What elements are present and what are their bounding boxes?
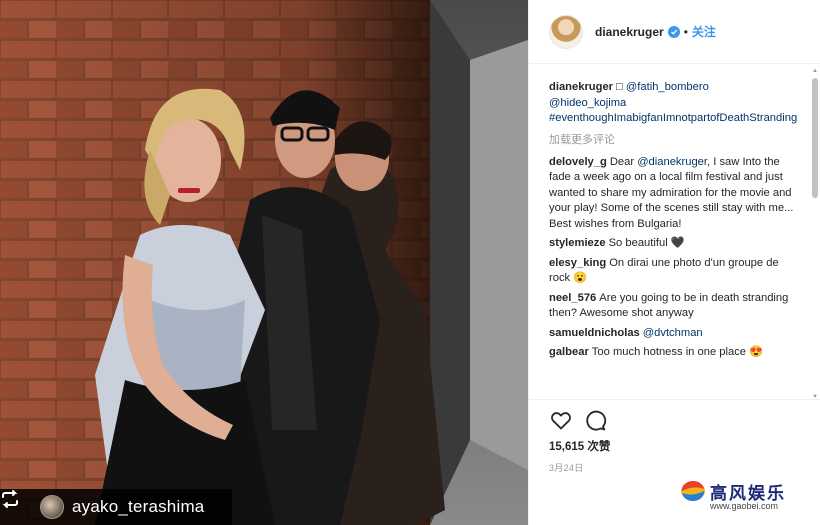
comment-item: neel_576 Are you going to be in death str…	[549, 291, 801, 322]
like-count[interactable]: 15,615 次赞	[549, 438, 610, 454]
comment-mention[interactable]: @fatih_bombero	[626, 81, 709, 93]
watermark-url: www.gaobei.com	[710, 501, 779, 511]
comment-text-part: □	[616, 81, 626, 93]
post-date[interactable]: 3月24日	[549, 461, 584, 474]
heart-icon[interactable]	[549, 408, 573, 432]
comment-username[interactable]: delovely_g	[549, 156, 607, 168]
comment-item: stylemieze So beautiful 🖤	[549, 236, 801, 252]
post-details-panel: dianekruger • 关注 dianekruger □ @fatih_bom…	[528, 0, 820, 525]
repost-attribution[interactable]: ayako_terashima	[0, 489, 232, 525]
author-avatar[interactable]	[549, 14, 583, 49]
caption: dianekruger □ @fatih_bombero @hideo_kojim…	[549, 80, 801, 127]
comment-username[interactable]: stylemieze	[549, 237, 606, 249]
comment-item: elesy_king On dirai une photo d'un groupe…	[549, 256, 801, 287]
comment-username[interactable]: samueldnicholas	[549, 327, 640, 339]
comment-text-part: So beautiful 🖤	[608, 237, 685, 249]
comments-list[interactable]: dianekruger □ @fatih_bombero @hideo_kojim…	[529, 64, 820, 400]
scroll-up-arrow-icon[interactable]: ▲	[812, 68, 818, 74]
author-username[interactable]: dianekruger	[595, 25, 664, 39]
comment-item: delovely_g Dear @dianekruger, I saw Into …	[549, 155, 801, 233]
comment-text-part: Too much hotness in one place 😍	[591, 346, 764, 358]
scroll-down-arrow-icon[interactable]: ▼	[812, 394, 818, 400]
comment-username[interactable]: neel_576	[549, 292, 596, 304]
comment-mention[interactable]: @dvtchman	[643, 327, 703, 339]
comment-hashtag[interactable]: #eventhoughImabigfanImnotpartofDeathStra…	[549, 112, 797, 124]
site-watermark: 高风娱乐 www.gaobei.com	[680, 479, 810, 513]
comment-item: samueldnicholas @dvtchman	[549, 326, 801, 342]
comment-username[interactable]: galbear	[549, 346, 589, 358]
header-separator: •	[683, 24, 688, 39]
scroll-thumb[interactable]	[812, 78, 818, 198]
instagram-post-viewer: ayako_terashima dianekruger • 关注 dianekr…	[0, 0, 820, 525]
repost-avatar	[40, 495, 64, 519]
comment-mention[interactable]: @dianekruger	[637, 156, 707, 168]
comments-scrollbar[interactable]: ▲ ▼	[812, 68, 818, 400]
comment-username[interactable]: elesy_king	[549, 257, 606, 269]
photo-illustration	[0, 0, 528, 525]
verified-badge-icon	[667, 25, 680, 38]
comment-item: galbear Too much hotness in one place 😍	[549, 345, 801, 361]
repost-username: ayako_terashima	[72, 497, 205, 516]
post-photo[interactable]: ayako_terashima	[0, 0, 528, 525]
follow-button[interactable]: 关注	[692, 23, 716, 40]
load-more-comments-button[interactable]: 加载更多评论	[549, 131, 801, 147]
comment-username[interactable]: dianekruger	[549, 81, 613, 93]
comment-text-part: Dear	[609, 155, 638, 168]
watermark-logo-icon	[681, 481, 705, 501]
post-actions	[549, 408, 617, 432]
post-header: dianekruger • 关注	[529, 0, 820, 64]
comment-icon[interactable]	[583, 408, 607, 432]
repost-icon	[1, 490, 30, 518]
comment-mention[interactable]: @hideo_kojima	[549, 97, 626, 109]
